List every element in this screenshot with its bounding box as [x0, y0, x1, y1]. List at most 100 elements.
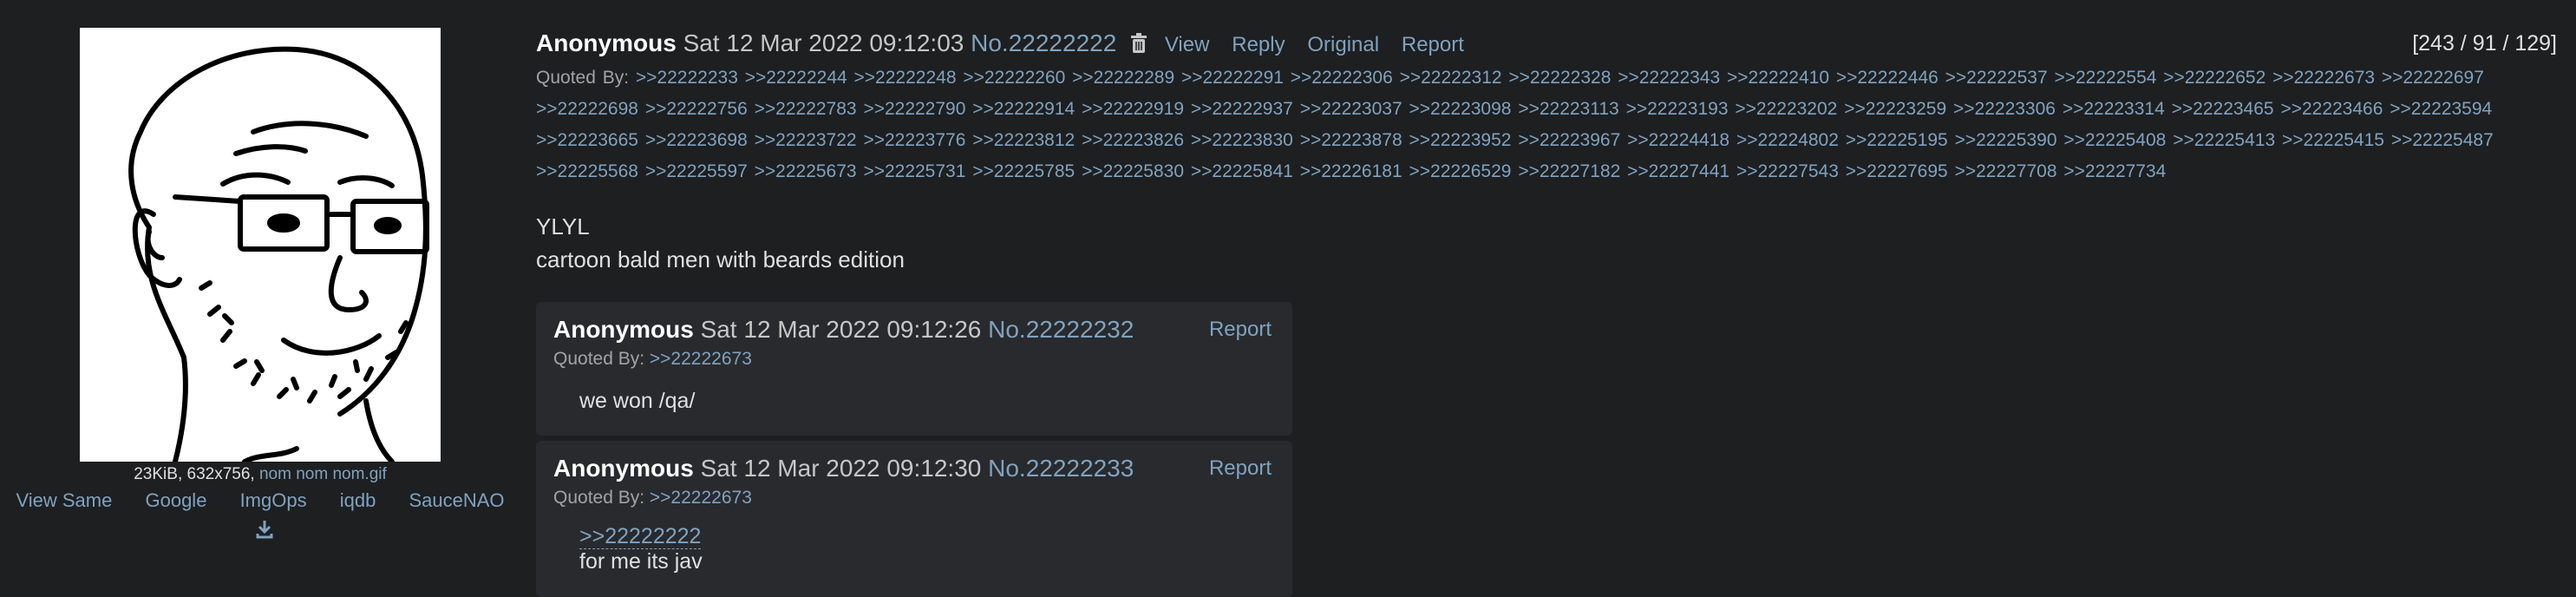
quote-link[interactable]: >>22222222 — [579, 524, 702, 549]
quote-backlink[interactable]: >>22223466 — [2280, 99, 2383, 119]
reply-link[interactable]: Reply — [1232, 33, 1285, 56]
quote-backlink[interactable]: >>22222919 — [1082, 99, 1184, 119]
saucenao-link[interactable]: SauceNAO — [409, 489, 504, 511]
quote-backlink[interactable]: >>22227182 — [1518, 161, 1620, 181]
view-same-link[interactable]: View Same — [16, 489, 112, 511]
quote-backlink[interactable]: >>22225195 — [1846, 130, 1948, 150]
file-size: 23KiB — [134, 465, 178, 483]
quote-backlink[interactable]: >>22222343 — [1618, 68, 1720, 88]
quote-backlink[interactable]: >>22227441 — [1627, 161, 1729, 181]
quote-backlink[interactable]: >>22222783 — [755, 99, 857, 119]
file-name-link[interactable]: nom nom nom.gif — [259, 465, 387, 483]
quote-backlink[interactable]: >>22223665 — [536, 130, 638, 150]
quote-backlink[interactable]: >>22223314 — [2063, 99, 2165, 119]
quoted-by-label: Quoted By: — [536, 68, 630, 88]
quote-backlink[interactable]: >>22223952 — [1409, 130, 1512, 150]
quote-backlink[interactable]: >>22222410 — [1727, 68, 1829, 88]
quote-backlink[interactable]: >>22225830 — [1082, 161, 1184, 181]
quote-backlink[interactable]: >>22222914 — [972, 99, 1075, 119]
quote-backlink[interactable]: >>22223826 — [1082, 130, 1184, 150]
quote-backlink[interactable]: >>22222673 — [650, 488, 752, 508]
quote-backlink[interactable]: >>22223830 — [1191, 130, 1293, 150]
quote-backlink[interactable]: >>22223098 — [1409, 99, 1512, 119]
quote-backlink[interactable]: >>22226181 — [1300, 161, 1402, 181]
reply-header: Anonymous Sat 12 Mar 2022 09:12:26 No.22… — [553, 312, 1134, 347]
quote-backlink[interactable]: >>22224418 — [1627, 130, 1729, 150]
quote-backlink[interactable]: >>22225390 — [1955, 130, 2057, 150]
quote-backlink[interactable]: >>22224802 — [1736, 130, 1839, 150]
quote-backlink[interactable]: >>22222328 — [1508, 68, 1611, 88]
quote-backlink[interactable]: >>22225841 — [1191, 161, 1293, 181]
quote-backlink[interactable]: >>22223193 — [1626, 99, 1729, 119]
quote-backlink[interactable]: >>22225568 — [536, 161, 638, 181]
quote-backlink[interactable]: >>22222673 — [650, 349, 752, 369]
quote-backlink[interactable]: >>22223594 — [2390, 99, 2492, 119]
quote-backlink[interactable]: >>22227734 — [2063, 161, 2166, 181]
post-number-link[interactable]: No.22222233 — [988, 455, 1134, 482]
post-number-link[interactable]: No.22222232 — [988, 316, 1134, 343]
quote-backlink[interactable]: >>22223259 — [1844, 99, 1946, 119]
original-link[interactable]: Original — [1307, 33, 1379, 56]
quote-backlink[interactable]: >>22225487 — [2391, 130, 2494, 150]
quote-backlink[interactable]: >>22222652 — [2163, 68, 2265, 88]
quote-backlink[interactable]: >>22223776 — [863, 130, 965, 150]
quote-backlink[interactable]: >>22222937 — [1191, 99, 1293, 119]
quote-backlink[interactable]: >>22222289 — [1072, 68, 1174, 88]
quote-backlink[interactable]: >>22222697 — [2382, 68, 2484, 88]
image-search-links: View Same Google ImgOps iqdb SauceNAO — [0, 489, 520, 512]
download-icon[interactable] — [255, 519, 274, 540]
quote-backlink[interactable]: >>22227695 — [1846, 161, 1948, 181]
quote-backlink[interactable]: >>22223037 — [1300, 99, 1402, 119]
quote-backlink[interactable]: >>22225597 — [645, 161, 748, 181]
quote-backlink[interactable]: >>22225413 — [2173, 130, 2275, 150]
quote-backlink[interactable]: >>22227708 — [1955, 161, 2057, 181]
quote-backlink[interactable]: >>22222756 — [645, 99, 748, 119]
iqdb-link[interactable]: iqdb — [340, 489, 376, 511]
quote-backlink[interactable]: >>22223878 — [1300, 130, 1402, 150]
post-date: Sat 12 Mar 2022 09:12:30 — [700, 455, 982, 482]
quote-backlink[interactable]: >>22223465 — [2172, 99, 2274, 119]
report-link[interactable]: Report — [1402, 33, 1464, 56]
quote-backlink[interactable]: >>22222248 — [854, 68, 957, 88]
quote-backlink[interactable]: >>22225731 — [863, 161, 965, 181]
report-link[interactable]: Report — [1209, 451, 1272, 486]
quote-backlink[interactable]: >>22222260 — [963, 68, 1065, 88]
report-link[interactable]: Report — [1209, 312, 1272, 347]
trash-icon[interactable] — [1130, 33, 1147, 54]
quote-backlink[interactable]: >>22222537 — [1945, 68, 2048, 88]
quote-backlink[interactable]: >>22222306 — [1291, 68, 1393, 88]
quote-backlink[interactable]: >>22223202 — [1735, 99, 1837, 119]
quote-backlink[interactable]: >>22225785 — [972, 161, 1075, 181]
quote-backlink[interactable]: >>22223722 — [755, 130, 857, 150]
quote-backlink[interactable]: >>22222446 — [1836, 68, 1939, 88]
quoted-by-label: Quoted By: — [553, 488, 645, 508]
quote-backlink[interactable]: >>22225415 — [2282, 130, 2384, 150]
reply-message: for me its jav — [579, 549, 703, 574]
quote-backlink[interactable]: >>22223812 — [972, 130, 1075, 150]
quote-backlink[interactable]: >>22223698 — [645, 130, 748, 150]
post-date: Sat 12 Mar 2022 09:12:03 — [683, 30, 964, 56]
quote-backlink[interactable]: >>22222673 — [2272, 68, 2375, 88]
google-link[interactable]: Google — [145, 489, 206, 511]
quote-backlink[interactable]: >>22227543 — [1736, 161, 1839, 181]
quote-backlink[interactable]: >>22222790 — [863, 99, 965, 119]
quote-backlink[interactable]: >>22222291 — [1181, 68, 1284, 88]
imgops-link[interactable]: ImgOps — [240, 489, 307, 511]
quote-backlink[interactable]: >>22222312 — [1400, 68, 1502, 88]
quote-backlink[interactable]: >>22223113 — [1518, 99, 1618, 119]
quote-backlink[interactable]: >>22223967 — [1518, 130, 1620, 150]
quote-backlink[interactable]: >>22225408 — [2063, 130, 2166, 150]
view-link[interactable]: View — [1165, 33, 1210, 56]
quote-backlink[interactable]: >>22222244 — [745, 68, 847, 88]
reply-message: we won /qa/ — [579, 389, 696, 413]
poster-name: Anonymous — [553, 316, 694, 343]
quote-backlink[interactable]: >>22222554 — [2054, 68, 2156, 88]
quote-backlink[interactable]: >>22226529 — [1409, 161, 1512, 181]
post-number-link[interactable]: No.22222222 — [971, 30, 1116, 56]
op-thumbnail-image[interactable] — [80, 28, 441, 464]
quote-backlink[interactable]: >>22223306 — [1953, 99, 2056, 119]
quote-backlink[interactable]: >>22222233 — [636, 68, 738, 88]
quote-backlink[interactable]: >>22225673 — [755, 161, 857, 181]
op-comment: cartoon bald men with beards edition — [536, 246, 905, 272]
quote-backlink[interactable]: >>22222698 — [536, 99, 638, 119]
